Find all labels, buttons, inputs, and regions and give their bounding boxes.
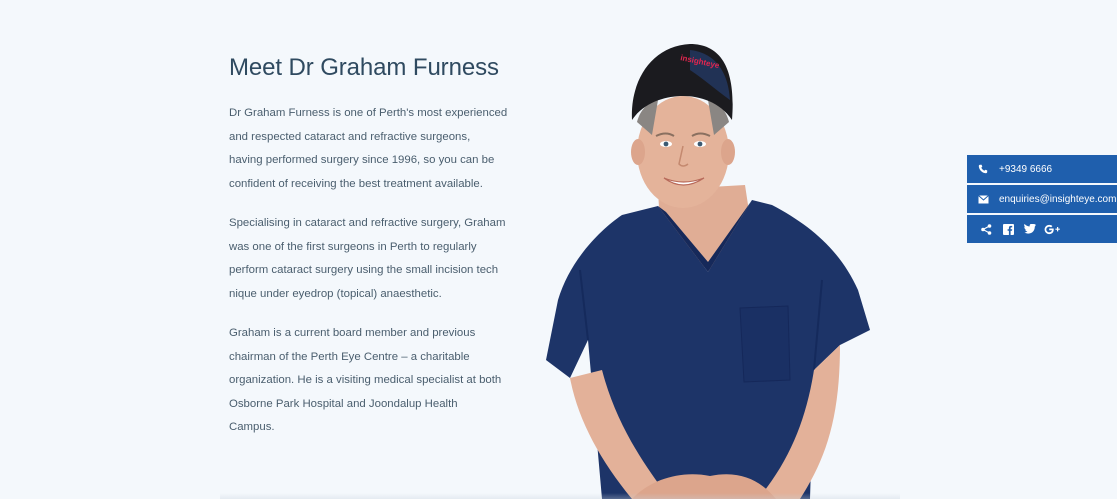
text-line: Dr Graham Furness is one of Perth's most…: [229, 107, 508, 119]
bio-paragraph-1: Dr Graham Furness is one of Perth's most…: [229, 102, 519, 196]
bio-paragraph-2: Specialising in cataract and refractive …: [229, 212, 519, 306]
text-line: Specialising in cataract and refractive …: [229, 217, 506, 229]
text-line: was one of the first surgeons in Perth t…: [229, 240, 477, 253]
twitter-icon[interactable]: [1019, 215, 1041, 243]
phone-link[interactable]: +9349 6666: [967, 155, 1117, 183]
contact-widget: +9349 6666 enquiries@insighteye.com.au: [967, 155, 1117, 243]
bio-paragraph-3: Graham is a current board member and pre…: [229, 322, 519, 440]
google-plus-icon[interactable]: [1041, 215, 1063, 243]
text-line: perform cataract surgery using the small…: [229, 264, 499, 276]
text-line: chairman of the Perth Eye Centre – a cha…: [229, 350, 470, 363]
text-line: nique under eyedrop (topical) anaestheti…: [229, 287, 442, 300]
share-icon[interactable]: [975, 215, 997, 243]
phone-number: +9349 6666: [999, 163, 1053, 175]
page-title: Meet Dr Graham Furness: [229, 54, 499, 81]
text-line: having performed surgery since 1996, so …: [229, 154, 495, 166]
text-line: organization. He is a visiting medical s…: [229, 374, 502, 386]
email-link[interactable]: enquiries@insighteye.com.au: [967, 185, 1117, 213]
section-bottom-shadow: [220, 493, 900, 499]
text-line: and respected cataract and refractive su…: [229, 130, 471, 143]
text-line: Campus.: [229, 421, 275, 433]
text-line: Graham is a current board member and pre…: [229, 327, 476, 339]
doctor-portrait: insighteye: [540, 40, 880, 499]
email-address: enquiries@insighteye.com.au: [999, 193, 1117, 205]
phone-icon: [967, 164, 999, 174]
facebook-icon[interactable]: [997, 215, 1019, 243]
bio-section: Meet Dr Graham Furness Dr Graham Furness…: [229, 52, 519, 456]
envelope-icon: [967, 194, 999, 204]
social-links: [967, 215, 1117, 243]
text-line: confident of receiving the best treatmen…: [229, 177, 483, 190]
text-line: Osborne Park Hospital and Joondalup Heal…: [229, 397, 458, 410]
page: Meet Dr Graham Furness Dr Graham Furness…: [0, 0, 1117, 499]
